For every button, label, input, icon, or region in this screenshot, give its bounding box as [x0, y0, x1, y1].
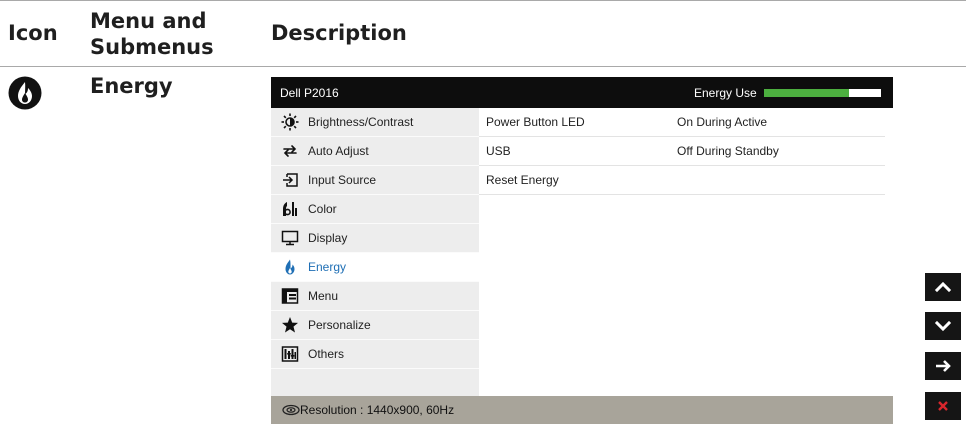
top-rule	[0, 0, 966, 1]
setting-row-reset-energy[interactable]: Reset Energy	[479, 166, 885, 195]
energy-use-label: Energy Use	[694, 86, 757, 100]
menu-item-input-source[interactable]: Input Source	[271, 166, 479, 195]
setting-row-power-button-led[interactable]: Power Button LED On During Active	[479, 108, 885, 137]
menu-item-brightness-contrast[interactable]: Brightness/Contrast	[271, 108, 479, 137]
color-icon	[283, 202, 297, 216]
others-icon	[281, 346, 299, 362]
setting-name: USB	[486, 144, 511, 158]
auto-adjust-icon	[283, 145, 297, 157]
menu-icon	[281, 288, 299, 304]
menu-label: Input Source	[308, 173, 377, 187]
menu-label: Display	[308, 231, 348, 245]
menu-label: Others	[308, 347, 345, 361]
right-button[interactable]	[925, 352, 961, 380]
menu-label: Menu	[308, 289, 339, 303]
menu-label: Energy	[308, 260, 347, 274]
up-button[interactable]	[925, 273, 961, 301]
setting-name: Power Button LED	[486, 115, 585, 129]
resolution-icon	[282, 404, 300, 416]
close-button[interactable]	[925, 392, 961, 420]
header-menu-col-line1: Menu and	[90, 9, 207, 33]
menu-item-auto-adjust[interactable]: Auto Adjust	[271, 137, 479, 166]
right-arrow-icon	[936, 360, 951, 372]
osd-status-bar: Resolution : 1440x900, 60Hz	[271, 396, 893, 424]
menu-label: Personalize	[308, 318, 371, 332]
close-icon	[938, 401, 948, 411]
model-name: Dell P2016	[280, 86, 339, 100]
menu-item-others[interactable]: Others	[271, 340, 479, 369]
menu-label: Brightness/Contrast	[308, 115, 414, 129]
down-arrow-icon	[934, 320, 952, 332]
header-description-col: Description	[271, 21, 407, 45]
resolution-text: Resolution : 1440x900, 60Hz	[300, 403, 455, 417]
star-icon	[282, 317, 298, 333]
menu-item-personalize[interactable]: Personalize	[271, 311, 479, 340]
setting-value: Off During Standby	[677, 144, 779, 158]
osd-panel: Dell P2016 Energy Use Brightness/Contras…	[271, 77, 893, 424]
header-rule	[0, 66, 966, 67]
brightness-icon	[281, 113, 299, 131]
menu-label: Auto Adjust	[308, 144, 369, 158]
up-arrow-icon	[934, 281, 952, 293]
osd-settings: Power Button LED On During Active USB Of…	[479, 108, 893, 396]
energy-use-fill	[764, 89, 850, 97]
header-icon-col: Icon	[8, 21, 58, 45]
energy-use-bar	[764, 89, 881, 97]
menu-label: Color	[308, 202, 337, 216]
menu-item-display[interactable]: Display	[271, 224, 479, 253]
down-button[interactable]	[925, 312, 961, 340]
energy-icon	[285, 259, 295, 275]
energy-flame-icon	[8, 76, 42, 110]
osd-title-bar: Dell P2016 Energy Use	[271, 77, 893, 108]
menu-item-energy[interactable]: Energy	[271, 253, 479, 282]
setting-name: Reset Energy	[486, 173, 559, 187]
input-source-icon	[283, 173, 298, 187]
menu-item-color[interactable]: Color	[271, 195, 479, 224]
setting-row-usb[interactable]: USB Off During Standby	[479, 137, 885, 166]
header-menu-col-line2: Submenus	[90, 35, 214, 59]
osd-menu: Brightness/Contrast Auto Adjust Input So…	[271, 108, 479, 396]
display-icon	[281, 230, 299, 246]
menu-item-menu[interactable]: Menu	[271, 282, 479, 311]
setting-value: On During Active	[677, 115, 768, 129]
section-title: Energy	[90, 74, 173, 98]
